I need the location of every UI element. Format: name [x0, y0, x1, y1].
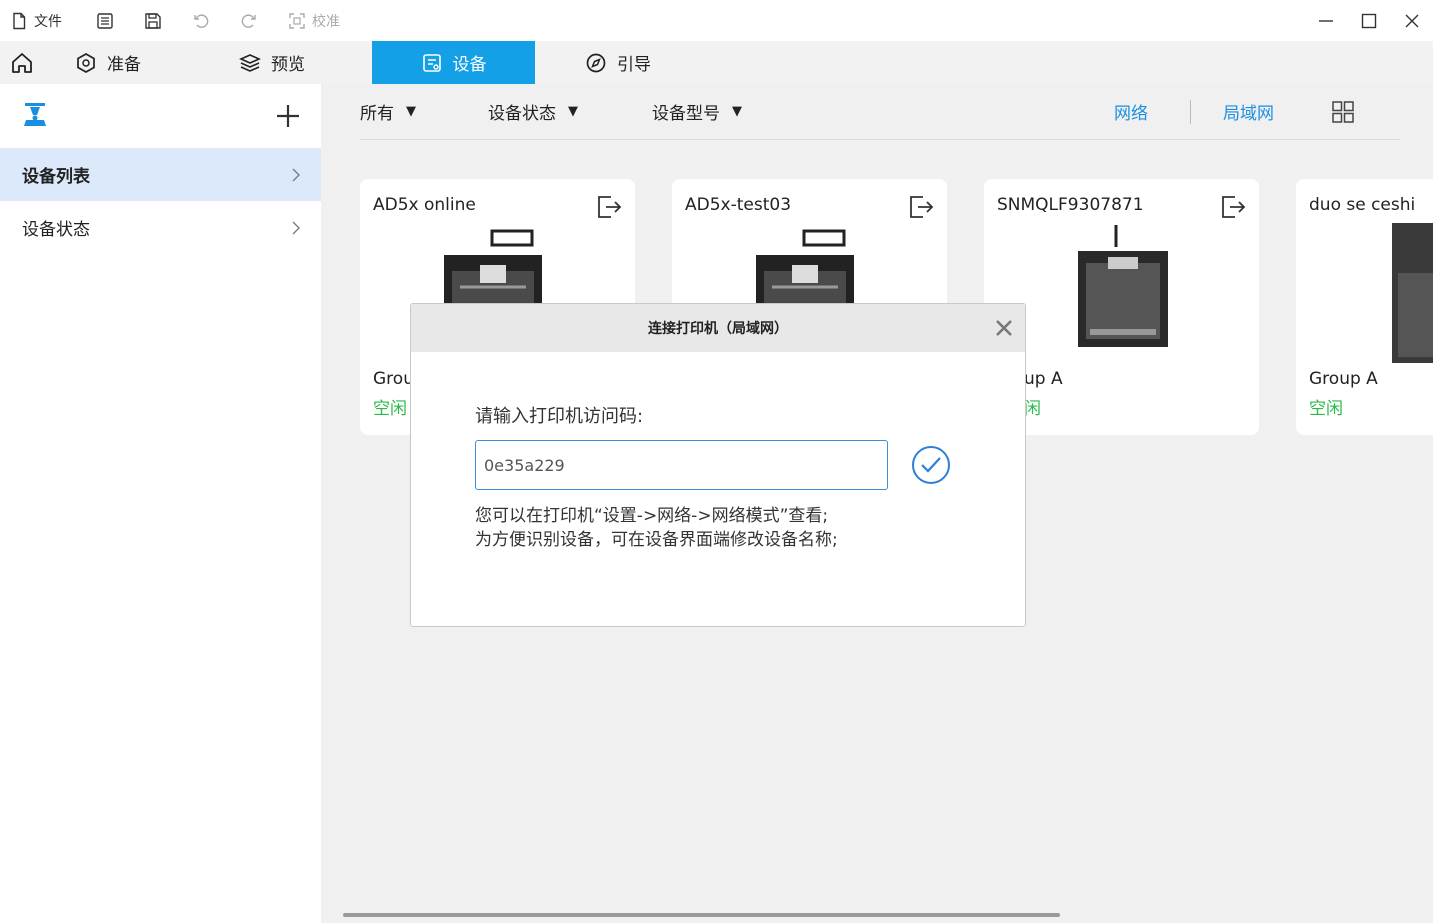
device-card[interactable]: duo se ceshi Group A 空闲	[1296, 179, 1433, 435]
undo-button[interactable]	[182, 0, 220, 41]
device-group: Grou	[373, 369, 414, 389]
export-icon[interactable]	[1219, 193, 1247, 221]
dropdown-arrow-icon: ▼	[406, 104, 416, 119]
home-button[interactable]	[0, 41, 44, 84]
calibrate-label: 校准	[312, 13, 340, 30]
add-device-icon[interactable]	[275, 103, 301, 129]
printer-image-icon	[1078, 225, 1168, 347]
help-line: 您可以在打印机“设置->网络->网络模式”查看;	[475, 506, 829, 526]
access-code-prompt: 请输入打印机访问码:	[475, 406, 644, 427]
file-icon	[13, 12, 26, 29]
maximize-button[interactable]	[1347, 0, 1390, 41]
printer-image-icon	[1392, 223, 1433, 363]
close-window-button[interactable]	[1390, 0, 1433, 41]
device-status: 空闲	[373, 399, 407, 419]
close-icon	[1405, 14, 1418, 27]
calibrate-button[interactable]: 校准	[278, 0, 350, 41]
maximize-icon	[1361, 13, 1376, 28]
redo-icon	[241, 13, 256, 28]
file-menu-button[interactable]: 文件	[0, 0, 72, 41]
close-icon[interactable]	[993, 317, 1015, 339]
tab-device[interactable]: 设备	[372, 41, 535, 84]
minimize-button[interactable]	[1304, 0, 1347, 41]
tab-preview[interactable]: 预览	[172, 41, 372, 84]
cube-icon	[77, 52, 95, 73]
filter-model-dropdown[interactable]: 设备型号 ▼	[652, 99, 742, 124]
sidebar-header	[0, 84, 321, 148]
save-icon	[145, 12, 161, 29]
undo-icon	[194, 13, 209, 28]
device-name: duo se ceshi	[1309, 195, 1416, 215]
tab-device-label: 设备	[452, 55, 487, 75]
sidebar: 设备列表 设备状态	[0, 84, 321, 923]
title-bar: 文件 校准	[0, 0, 1433, 41]
sidebar-item-device-list[interactable]: 设备列表	[0, 148, 321, 201]
save-button[interactable]	[134, 0, 172, 41]
tab-prepare[interactable]: 准备	[44, 41, 172, 84]
tab-guide-label: 引导	[617, 55, 651, 75]
file-menu-label: 文件	[34, 13, 62, 30]
network-link[interactable]: 网络	[1114, 99, 1148, 124]
device-status: 空闲	[1309, 399, 1343, 419]
minimize-icon	[1318, 19, 1333, 22]
device-name: AD5x online	[373, 195, 476, 215]
compass-icon	[586, 53, 606, 72]
filter-all-label: 所有	[360, 104, 394, 124]
device-group: Group A	[1309, 369, 1378, 389]
tab-prepare-label: 准备	[107, 55, 141, 75]
device-icon	[422, 53, 441, 72]
main-nav: 准备 预览 设备 引导	[0, 41, 1433, 84]
chevron-right-icon	[292, 221, 300, 234]
device-group: up A	[1024, 369, 1063, 389]
connect-printer-dialog: 连接打印机（局域网） 请输入打印机访问码: 您可以在打印机“设置->网络->网络…	[410, 303, 1026, 627]
dialog-help-text: 您可以在打印机“设置->网络->网络模式”查看; 为方便识别设备，可在设备界面端…	[475, 504, 838, 552]
home-icon	[12, 52, 32, 73]
tab-preview-label: 预览	[271, 55, 305, 75]
list-button[interactable]	[86, 0, 124, 41]
grid-view-icon[interactable]	[1332, 100, 1354, 123]
device-status: 闲	[1024, 399, 1041, 419]
dropdown-arrow-icon: ▼	[568, 104, 578, 119]
filter-status-dropdown[interactable]: 设备状态 ▼	[488, 99, 578, 124]
redo-button[interactable]	[230, 0, 268, 41]
export-icon[interactable]	[595, 193, 623, 221]
list-icon	[97, 12, 113, 29]
calibrate-icon	[289, 12, 305, 29]
layers-icon	[239, 53, 261, 72]
confirm-check-icon[interactable]	[911, 445, 951, 485]
access-code-input[interactable]	[475, 440, 888, 490]
horizontal-scrollbar[interactable]	[343, 913, 1060, 917]
dialog-header: 连接打印机（局域网）	[411, 304, 1025, 352]
chevron-right-icon	[292, 168, 300, 181]
filter-bar: 所有 ▼ 设备状态 ▼ 设备型号 ▼ 网络 局域网	[360, 84, 1400, 140]
sidebar-item-label: 设备列表	[22, 167, 90, 187]
tab-guide[interactable]: 引导	[535, 41, 701, 84]
filter-model-label: 设备型号	[652, 104, 720, 124]
dropdown-arrow-icon: ▼	[732, 104, 742, 119]
device-name: SNMQLF9307871	[997, 195, 1144, 215]
printer-logo-icon	[24, 103, 46, 126]
sidebar-item-device-status[interactable]: 设备状态	[0, 201, 321, 254]
device-name: AD5x-test03	[685, 195, 792, 215]
filter-all-dropdown[interactable]: 所有 ▼	[360, 99, 416, 124]
sidebar-item-label: 设备状态	[22, 220, 90, 240]
filter-status-label: 设备状态	[488, 104, 556, 124]
export-icon[interactable]	[907, 193, 935, 221]
lan-link[interactable]: 局域网	[1223, 99, 1274, 124]
help-line: 为方便识别设备，可在设备界面端修改设备名称;	[475, 530, 838, 550]
dialog-title: 连接打印机（局域网）	[648, 321, 788, 337]
divider	[1190, 99, 1191, 124]
